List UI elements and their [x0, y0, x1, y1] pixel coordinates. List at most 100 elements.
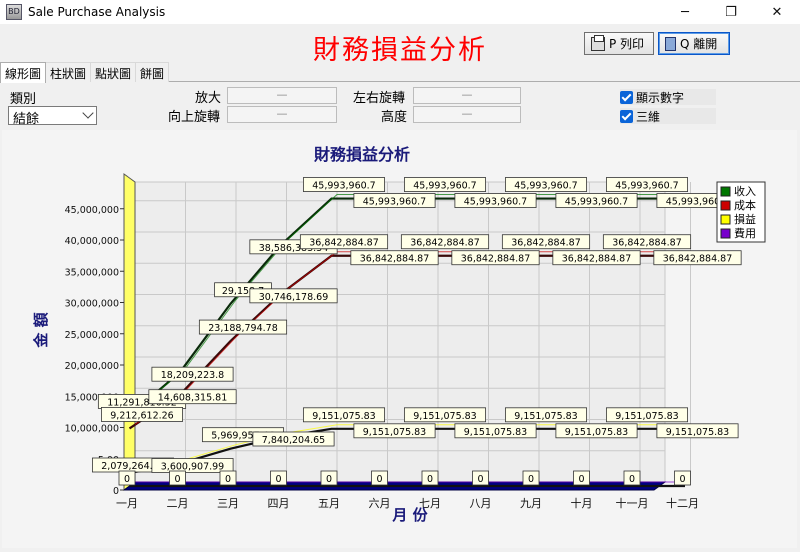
x-axis-label: 月 份	[391, 506, 428, 524]
print-button[interactable]: P 列印	[584, 32, 654, 55]
data-label: 36,842,884.87	[663, 254, 733, 265]
checkbox-checked-icon	[620, 90, 633, 104]
data-label: 45,993,960.7	[565, 197, 628, 208]
x-tick-label: 八月	[470, 497, 492, 510]
data-label: 0	[174, 474, 180, 485]
data-label: 9,151,075.83	[615, 411, 678, 422]
data-label: 18,209,223.8	[161, 370, 224, 381]
data-label: 0	[477, 474, 483, 485]
maximize-button[interactable]: ❐	[708, 0, 754, 24]
data-label: 9,151,075.83	[312, 411, 375, 422]
chevron-down-icon	[82, 107, 94, 119]
data-label: 30,746,178.69	[259, 292, 329, 303]
x-tick-label: 四月	[268, 497, 290, 510]
data-label: 45,993,960.7	[464, 197, 527, 208]
data-label: 0	[275, 474, 281, 485]
data-label: 45,993,960.7	[413, 181, 476, 192]
window-title: Sale Purchase Analysis	[28, 5, 166, 19]
height-slider[interactable]: —	[413, 106, 521, 123]
close-button[interactable]: ✕	[754, 0, 800, 24]
data-label: 9,151,075.83	[565, 427, 628, 438]
line-chart: 財務損益分析05,0010,000,00015,000,00020,000,00…	[32, 145, 766, 524]
data-label: 36,842,884.87	[461, 254, 531, 265]
x-tick-label: 十月	[571, 496, 593, 510]
checkbox-checked-icon	[620, 109, 633, 123]
three-d-label: 三維	[636, 109, 661, 124]
data-label: 9,151,075.83	[464, 427, 527, 438]
data-label: 9,212,612.26	[110, 410, 173, 421]
x-tick-label: 二月	[167, 497, 189, 510]
data-label: 0	[376, 474, 382, 485]
data-label: 0	[124, 474, 130, 485]
data-label: 9,151,075.83	[413, 411, 476, 422]
data-label: 36,842,884.87	[309, 238, 379, 249]
y-tick-label: 0	[113, 486, 119, 497]
legend-swatch	[720, 200, 731, 211]
y-tick-label: 35,000,000	[65, 267, 119, 278]
exit-button-label: Q 離開	[680, 37, 718, 51]
data-label: 9,151,075.83	[363, 427, 426, 438]
legend-label: 費用	[734, 226, 756, 240]
chart-wall-3d	[123, 173, 136, 491]
exit-button[interactable]: Q 離開	[658, 32, 730, 55]
data-label: 23,188,794.78	[208, 323, 278, 334]
data-label: 45,993,960.7	[514, 181, 577, 192]
tab-pie-chart[interactable]: 餅圖	[136, 62, 170, 82]
tilt-label: 向上旋轉	[168, 110, 221, 125]
tab-scatter-chart[interactable]: 點狀圖	[91, 62, 137, 82]
data-label: 0	[427, 474, 433, 485]
data-label: 36,842,884.87	[562, 254, 632, 265]
data-label: 9,151,075.83	[666, 427, 729, 438]
legend-swatch	[720, 228, 731, 239]
x-tick-label: 六月	[369, 497, 391, 510]
app-icon: BD	[6, 4, 22, 20]
data-label: 0	[679, 474, 685, 485]
show-numbers-label: 顯示數字	[636, 90, 685, 105]
chart-area: 財務損益分析05,0010,000,00015,000,00020,000,00…	[2, 130, 797, 548]
data-label: 0	[528, 474, 534, 485]
zoom-slider[interactable]: —	[227, 87, 337, 104]
data-label: 36,842,884.87	[360, 254, 430, 265]
category-select[interactable]: 結餘	[8, 106, 97, 127]
data-label: 0	[225, 474, 231, 485]
tab-bar-chart[interactable]: 柱狀圖	[46, 62, 92, 82]
data-label: 36,842,884.87	[612, 238, 682, 249]
rotate-label: 左右旋轉	[353, 91, 406, 106]
legend-label: 成本	[734, 198, 756, 212]
data-label: 36,842,884.87	[511, 238, 581, 249]
title-bar: BD Sale Purchase Analysis ─ ❐ ✕	[0, 0, 800, 24]
y-axis-label: 金 額	[32, 312, 50, 348]
data-label: 45,993,960.7	[363, 197, 426, 208]
tab-line-chart[interactable]: 線形圖	[0, 62, 47, 83]
print-button-label: P 列印	[609, 37, 645, 51]
legend-label: 收入	[734, 184, 756, 198]
chart-type-tabs: 線形圖 柱狀圖 點狀圖 餅圖	[0, 62, 170, 83]
legend-label: 損益	[734, 212, 756, 226]
data-label: 45,993,960.7	[312, 181, 375, 192]
three-d-checkbox[interactable]: 三維	[620, 108, 716, 124]
data-label: 0	[629, 474, 635, 485]
legend-swatch	[720, 186, 731, 197]
category-select-value: 結餘	[13, 112, 40, 127]
x-tick-label: 一月	[116, 497, 138, 510]
y-tick-label: 20,000,000	[65, 361, 119, 372]
zoom-label: 放大	[195, 91, 222, 106]
x-tick-label: 五月	[318, 497, 340, 510]
printer-icon	[591, 34, 605, 51]
data-label: 0	[326, 474, 332, 485]
rotate-slider[interactable]: —	[413, 87, 521, 104]
x-tick-label: 十二月	[666, 496, 699, 510]
chart-title: 財務損益分析	[314, 145, 410, 164]
x-tick-label: 十一月	[616, 496, 649, 510]
show-numbers-checkbox[interactable]: 顯示數字	[620, 89, 716, 105]
data-label: 45,993,960.7	[615, 181, 678, 192]
tilt-slider[interactable]: —	[227, 106, 337, 123]
legend-swatch	[720, 214, 731, 225]
y-tick-label: 40,000,000	[65, 236, 119, 247]
x-tick-label: 九月	[520, 497, 542, 510]
data-label: 7,840,204.65	[262, 435, 325, 446]
x-tick-label: 三月	[217, 497, 239, 510]
door-icon	[665, 36, 676, 51]
data-label: 9,151,075.83	[514, 411, 577, 422]
minimize-button[interactable]: ─	[662, 0, 708, 24]
